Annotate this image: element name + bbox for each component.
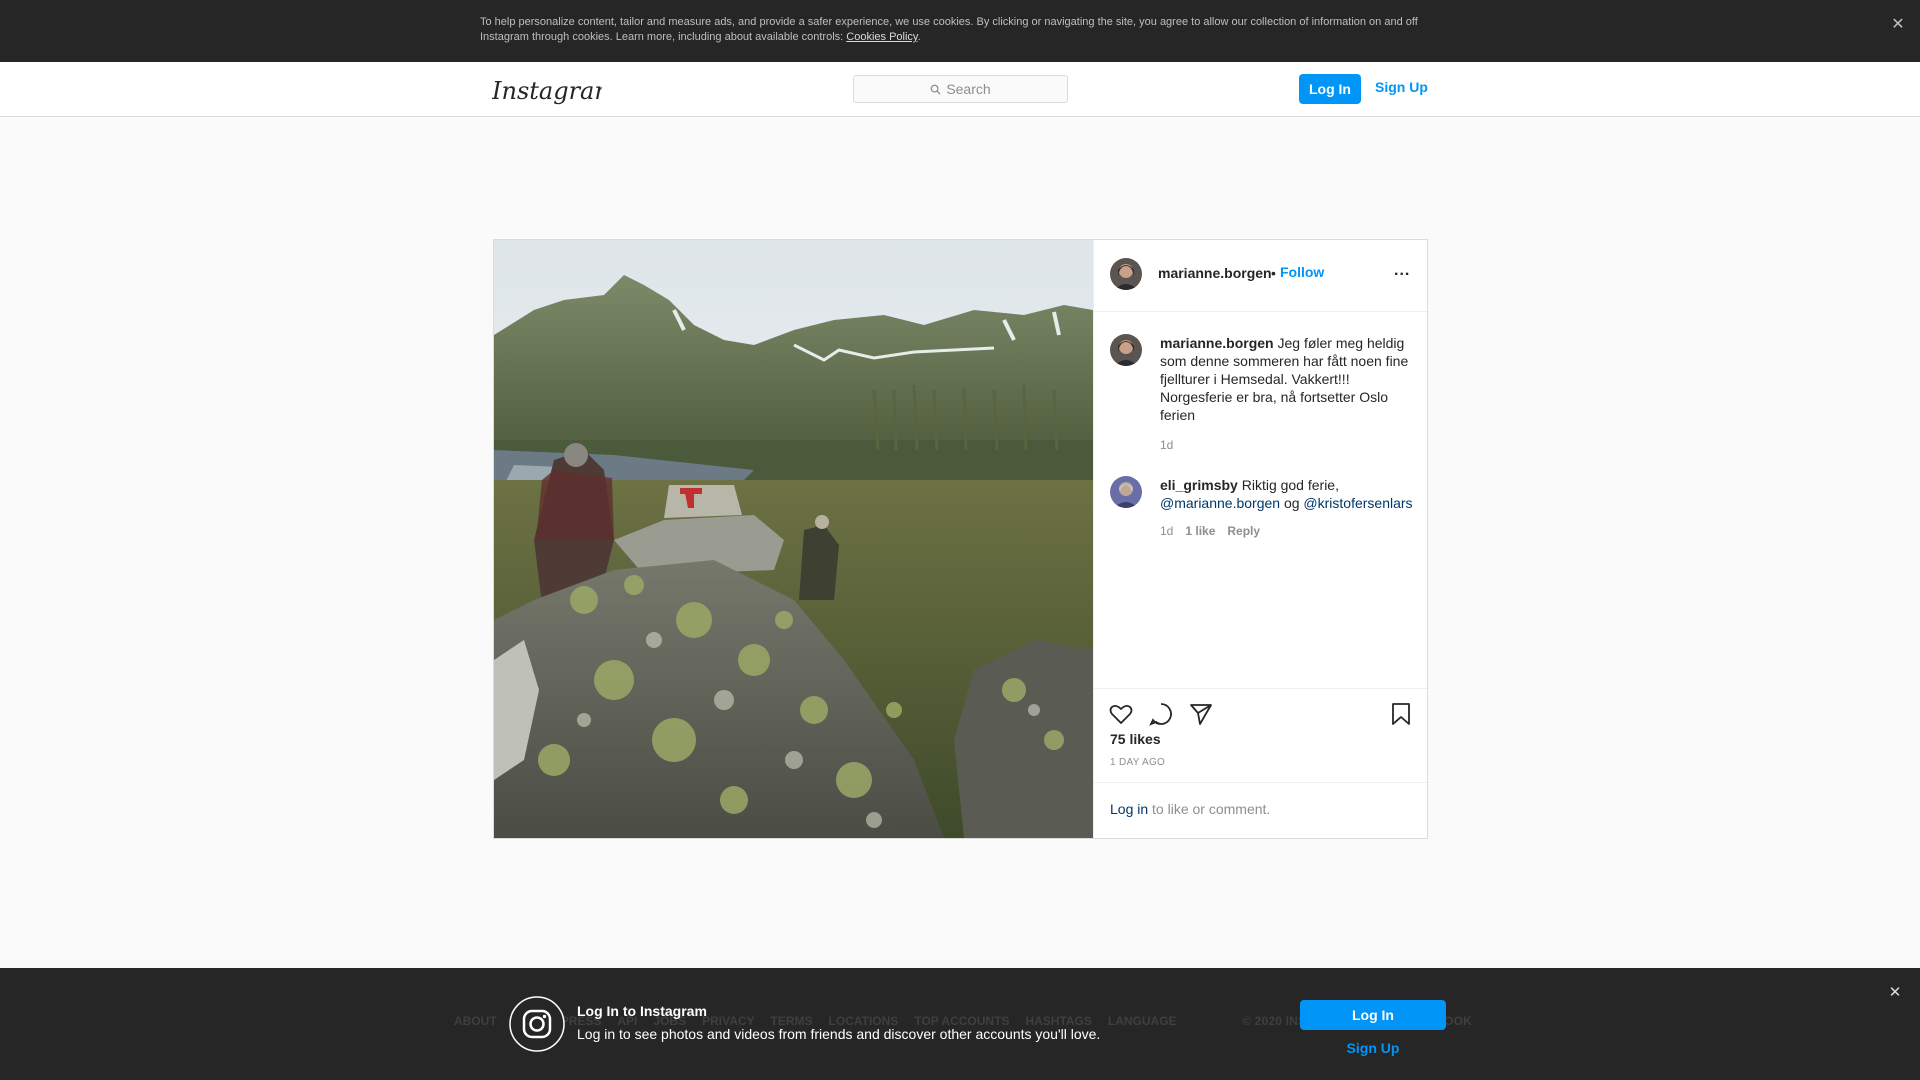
search-placeholder: Search bbox=[946, 81, 991, 97]
cookie-banner: To help personalize content, tailor and … bbox=[0, 0, 1920, 62]
cookie-end: . bbox=[917, 31, 921, 43]
mention-link[interactable]: @kristofersenlars bbox=[1303, 495, 1412, 511]
login-bar-title: Log In to Instagram bbox=[577, 1003, 707, 1019]
likes-count[interactable]: 75 likes bbox=[1110, 731, 1161, 747]
comment-text-b: og bbox=[1280, 495, 1304, 511]
close-icon[interactable]: ✕ bbox=[1887, 14, 1909, 36]
avatar[interactable] bbox=[1110, 476, 1142, 508]
search-icon bbox=[930, 84, 941, 95]
login-bar-login-button[interactable]: Log In bbox=[1300, 1000, 1446, 1030]
instagram-icon bbox=[509, 996, 565, 1052]
login-link[interactable]: Log in bbox=[1110, 801, 1148, 817]
avatar[interactable] bbox=[1110, 258, 1142, 290]
caption-text: marianne.borgen Jeg føler meg heldig som… bbox=[1160, 334, 1418, 424]
header-login-button[interactable]: Log In bbox=[1299, 74, 1361, 104]
close-icon[interactable]: ✕ bbox=[1884, 982, 1906, 1004]
post-timestamp: 1 DAY AGO bbox=[1110, 757, 1166, 768]
header-signup-link[interactable]: Sign Up bbox=[1375, 78, 1428, 96]
cookie-message: To help personalize content, tailor and … bbox=[480, 16, 1418, 43]
follow-button[interactable]: Follow bbox=[1280, 264, 1324, 280]
more-options-icon[interactable]: ... bbox=[1394, 262, 1410, 280]
post-card: marianne.borgen • Follow ... marianne.bo… bbox=[493, 239, 1428, 839]
login-prompt-text: to like or comment. bbox=[1148, 801, 1271, 817]
reply-button[interactable]: Reply bbox=[1227, 524, 1260, 538]
login-bar-signup-link[interactable]: Sign Up bbox=[1300, 1040, 1446, 1056]
mountain-lake-photo bbox=[494, 240, 1093, 838]
login-bar: ABOUTHELPPRESSAPIJOBSPRIVACYTERMSLOCATIO… bbox=[0, 968, 1920, 1080]
comment-likes[interactable]: 1 like bbox=[1185, 524, 1215, 538]
instagram-logo[interactable]: Instagram bbox=[492, 75, 602, 107]
logo-text: Instagram bbox=[492, 77, 602, 105]
heart-icon[interactable] bbox=[1108, 701, 1134, 727]
footer-link[interactable]: ABOUT bbox=[454, 1014, 497, 1028]
top-nav: Instagram Search Log In Sign Up bbox=[0, 62, 1920, 117]
comment-time[interactable]: 1d bbox=[1160, 524, 1173, 538]
comment-user[interactable]: marianne.borgen bbox=[1160, 335, 1274, 351]
post-sidebar: marianne.borgen • Follow ... marianne.bo… bbox=[1093, 240, 1427, 838]
login-bar-description: Log in to see photos and videos from fri… bbox=[577, 1026, 1101, 1042]
post-header: marianne.borgen • Follow ... bbox=[1094, 240, 1427, 312]
comment-icon[interactable] bbox=[1148, 701, 1174, 727]
share-icon[interactable] bbox=[1188, 701, 1214, 727]
footer-link[interactable]: LANGUAGE bbox=[1108, 1014, 1177, 1028]
post-photo[interactable] bbox=[494, 240, 1093, 838]
comment-meta: 1d bbox=[1160, 438, 1173, 452]
login-prompt: Log in to like or comment. bbox=[1094, 782, 1427, 838]
cookies-policy-link[interactable]: Cookies Policy bbox=[846, 31, 917, 43]
search-box[interactable]: Search bbox=[853, 75, 1068, 103]
comment-text-a: Riktig god ferie, bbox=[1237, 477, 1339, 493]
bookmark-icon[interactable] bbox=[1388, 701, 1414, 727]
comment-time[interactable]: 1d bbox=[1160, 438, 1173, 452]
post-author[interactable]: marianne.borgen bbox=[1158, 265, 1272, 281]
comment-meta: 1d 1 like Reply bbox=[1160, 524, 1260, 538]
mention-link[interactable]: @marianne.borgen bbox=[1160, 495, 1280, 511]
comment-text: eli_grimsby Riktig god ferie, @marianne.… bbox=[1160, 476, 1418, 512]
post-actions: 75 likes 1 DAY AGO bbox=[1094, 688, 1427, 782]
avatar[interactable] bbox=[1110, 334, 1142, 366]
cookie-text: To help personalize content, tailor and … bbox=[480, 15, 1420, 45]
separator-dot: • bbox=[1271, 265, 1276, 281]
comment-user[interactable]: eli_grimsby bbox=[1160, 477, 1238, 493]
